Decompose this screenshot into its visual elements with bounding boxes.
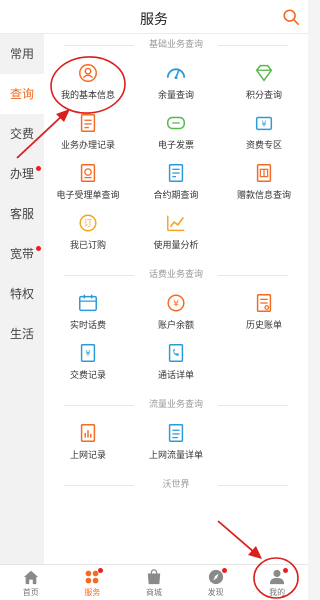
balance-query-button[interactable]: 余量查询	[132, 56, 220, 106]
my-orders-button[interactable]: 订 我已订购	[44, 206, 132, 256]
tab-shop[interactable]: 商城	[123, 565, 185, 600]
tariff-zone-button[interactable]: ¥ 资费专区	[220, 106, 308, 156]
business-record-button[interactable]: 业务办理记录	[44, 106, 132, 156]
basic-query-grid: 我的基本信息 余量查询 积分查询 业务办理记录 电子发票 ¥ 资费专区 电子受理…	[44, 56, 308, 256]
top-bar: 服务	[0, 0, 308, 34]
svg-text:¥: ¥	[173, 299, 179, 310]
section-title-data: 流量业务查询	[44, 394, 308, 416]
contract-icon	[168, 164, 184, 182]
internet-record-button[interactable]: 上网记录	[44, 416, 132, 466]
sidebar-item-payment[interactable]: 交费	[0, 114, 44, 154]
data-list-icon	[168, 424, 184, 442]
section-title-fee: 话费业务查询	[44, 264, 308, 286]
gift-doc-icon	[256, 164, 272, 182]
calendar-icon	[79, 294, 97, 312]
svg-text:¥: ¥	[261, 119, 266, 129]
points-query-button[interactable]: 积分查询	[220, 56, 308, 106]
e-acceptance-query-button[interactable]: 电子受理单查询	[44, 156, 132, 206]
data-usage-detail-button[interactable]: 上网流量详单	[132, 416, 220, 466]
user-icon	[79, 64, 97, 82]
order-icon: 订	[79, 214, 97, 232]
wallet-icon: ¥	[255, 116, 273, 131]
gauge-icon	[166, 68, 186, 80]
usage-analysis-button[interactable]: 使用量分析	[132, 206, 220, 256]
notification-dot	[283, 568, 289, 573]
section-title-woworld: 沃世界	[44, 474, 308, 496]
page-title: 服务	[140, 12, 168, 28]
tab-mine[interactable]: 我的	[246, 565, 308, 600]
sidebar-item-common[interactable]: 常用	[0, 34, 44, 74]
search-icon[interactable]	[282, 8, 300, 26]
chart-doc-icon	[80, 424, 96, 442]
sidebar-item-privilege[interactable]: 特权	[0, 274, 44, 314]
notification-dot	[98, 568, 104, 573]
notification-dot	[36, 166, 41, 171]
notification-dot	[36, 246, 41, 251]
receipt-icon	[80, 164, 96, 182]
notification-dot	[221, 568, 227, 573]
account-balance-button[interactable]: ¥ 账户余额	[132, 286, 220, 336]
coin-icon: ¥	[167, 294, 185, 312]
tab-discover[interactable]: 发现	[185, 565, 247, 600]
sidebar-item-query[interactable]: 查询	[0, 74, 44, 114]
contract-query-button[interactable]: 合约期查询	[132, 156, 220, 206]
svg-text:¥: ¥	[85, 348, 90, 358]
sidebar-item-broadband[interactable]: 宽带	[0, 234, 44, 274]
history-bill-button[interactable]: 历史账单	[220, 286, 308, 336]
payment-doc-icon: ¥	[80, 344, 96, 362]
home-icon	[23, 570, 38, 585]
tab-home[interactable]: 首页	[0, 565, 62, 600]
call-list-icon	[168, 344, 184, 362]
my-basic-info-button[interactable]: 我的基本信息	[44, 56, 132, 106]
category-sidebar: 常用 查询 交费 办理 客服 宽带 特权 生活	[0, 34, 44, 564]
trend-icon	[167, 215, 185, 232]
diamond-icon	[255, 64, 273, 82]
shop-icon	[147, 569, 161, 585]
e-invoice-button[interactable]: 电子发票	[132, 106, 220, 156]
sidebar-item-life[interactable]: 生活	[0, 314, 44, 354]
realtime-fee-button[interactable]: 实时话费	[44, 286, 132, 336]
invoice-icon	[167, 116, 185, 130]
call-detail-button[interactable]: 通话详单	[132, 336, 220, 386]
sidebar-item-handle[interactable]: 办理	[0, 154, 44, 194]
section-title-basic: 基础业务查询	[44, 34, 308, 56]
sidebar-item-customer-service[interactable]: 客服	[0, 194, 44, 234]
svg-text:订: 订	[84, 218, 92, 228]
bottom-nav: 首页 服务 商城 发现 我的	[0, 564, 308, 600]
gift-info-query-button[interactable]: 赠款信息查询	[220, 156, 308, 206]
service-panel: 基础业务查询 我的基本信息 余量查询 积分查询 业务办理记录 电子发票 ¥ 资费…	[44, 34, 308, 564]
payment-record-button[interactable]: ¥ 交费记录	[44, 336, 132, 386]
document-icon	[80, 114, 96, 132]
bill-icon	[256, 294, 272, 312]
fee-query-grid: 实时话费 ¥ 账户余额 历史账单 ¥ 交费记录 通话详单	[44, 286, 308, 386]
tab-service[interactable]: 服务	[62, 565, 124, 600]
data-query-grid: 上网记录 上网流量详单	[44, 416, 308, 466]
